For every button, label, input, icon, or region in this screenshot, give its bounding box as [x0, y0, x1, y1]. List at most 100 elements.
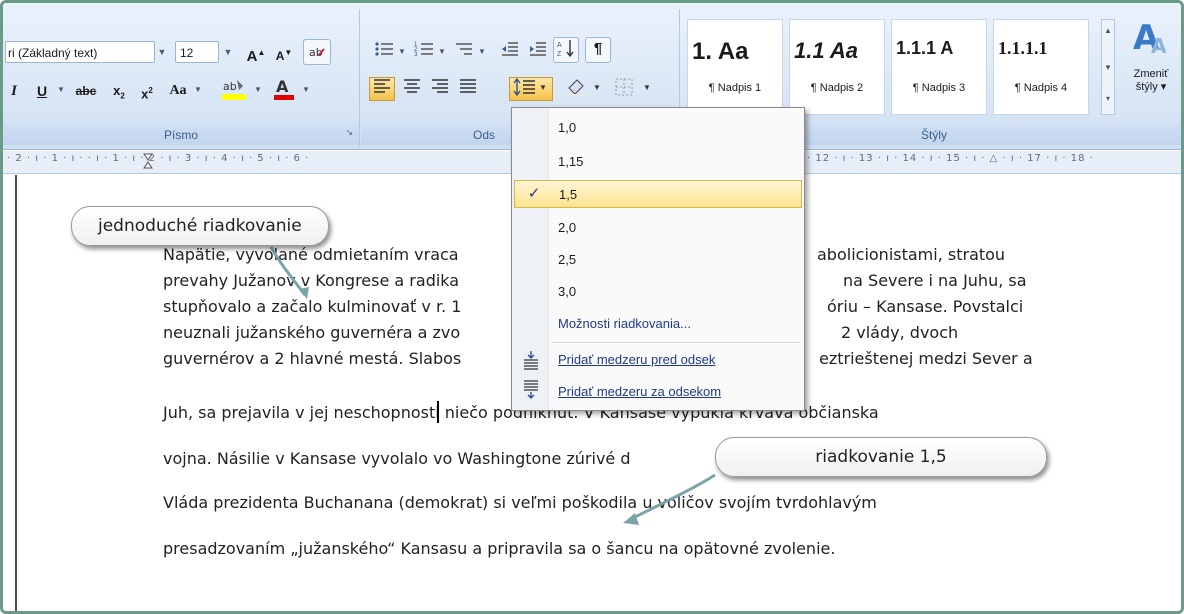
style-tile-nadpis-3[interactable]: 1.1.1 A ¶ Nadpis 3: [891, 19, 987, 115]
word-window: ri (Základný text) ▼ 12 ▼ A▲ A▼ ab I U ▼…: [0, 0, 1184, 614]
change-styles-label-2: štýly ▾: [1135, 81, 1167, 93]
align-left-icon[interactable]: [369, 77, 395, 101]
pilcrow-icon[interactable]: ¶: [585, 37, 611, 63]
svg-text:▼: ▼: [539, 83, 547, 92]
clear-formatting-icon[interactable]: ab: [303, 39, 331, 65]
underline-icon[interactable]: U: [31, 79, 53, 101]
doc-line: stupňovalo a začalo kulminovať v r. 1: [163, 297, 462, 316]
font-size-box[interactable]: 12: [175, 41, 219, 63]
line-spacing-menu: 1,0 1,15 ✓ 1,5 2,0 2,5 3,0 Možnosti riad…: [511, 107, 805, 411]
font-group: ri (Základný text) ▼ 12 ▼ A▲ A▼ ab I U ▼…: [3, 9, 360, 147]
style-name: ¶ Nadpis 4: [1014, 82, 1068, 94]
shrink-font-icon[interactable]: A▼: [271, 41, 297, 63]
styles-scrollbar[interactable]: ▲ ▼ ▾: [1101, 19, 1115, 115]
style-preview: 1. Aa: [692, 38, 749, 65]
change-styles-button[interactable]: AA Zmeniť štýly ▾: [1121, 17, 1181, 121]
increase-indent-icon[interactable]: [525, 39, 551, 61]
align-center-icon[interactable]: [399, 77, 425, 101]
change-case-dropdown-icon[interactable]: ▼: [193, 79, 203, 101]
font-name-value: ri (Základný text): [8, 46, 98, 60]
scroll-up-icon[interactable]: ▲: [1102, 26, 1114, 35]
text-cursor: [437, 401, 439, 423]
font-name-box[interactable]: ri (Základný text): [5, 41, 155, 63]
page-left-edge: [15, 175, 17, 611]
bullets-dropdown-icon[interactable]: ▼: [397, 41, 407, 63]
multilevel-dropdown-icon[interactable]: ▼: [477, 41, 487, 63]
line-spacing-options-item[interactable]: Možnosti riadkovania...: [512, 310, 804, 338]
indent-marker-icon[interactable]: [143, 153, 153, 171]
doc-line-right: eztrieštenej medzi Sever a: [819, 349, 1033, 368]
multilevel-list-icon[interactable]: [451, 39, 477, 61]
svg-text:ab: ab: [223, 80, 237, 93]
checkmark-icon: ✓: [527, 185, 541, 202]
change-case-icon[interactable]: Aa: [163, 79, 193, 101]
doc-line-right: 2 vlády, dvoch: [841, 323, 959, 342]
style-tile-nadpis-2[interactable]: 1.1 Aa ¶ Nadpis 2: [789, 19, 885, 115]
doc-line: Napätie, vyvolané odmietaním vraca: [163, 245, 459, 264]
add-space-before-item[interactable]: Pridať medzeru pred odsek: [512, 346, 804, 374]
doc-line-right: óriu – Kansase. Povstalci: [827, 297, 1024, 316]
style-name: ¶ Nadpis 2: [810, 82, 864, 94]
doc-line: vojna. Násilie v Kansase vyvolalo vo Was…: [163, 449, 631, 468]
change-styles-label: Zmeniť: [1133, 68, 1169, 80]
doc-line: neuznali južanského guvernéra a zvo: [163, 323, 461, 342]
underline-dropdown-icon[interactable]: ▼: [55, 79, 67, 101]
change-styles-icon: AA: [1133, 18, 1167, 58]
superscript-icon[interactable]: x2: [135, 79, 159, 101]
decrease-indent-icon[interactable]: [497, 39, 523, 61]
menu-separator: [552, 342, 800, 343]
doc-line-right: na Severe i na Juhu, sa: [843, 271, 1027, 290]
doc-line-right: abolicionistami, stratou: [817, 245, 1006, 264]
style-preview: 1.1 Aa: [794, 38, 859, 63]
spacing-option-2-5[interactable]: 2,5: [512, 246, 804, 274]
spacing-option-1-15[interactable]: 1,15: [512, 148, 804, 176]
shading-icon[interactable]: ▼: [561, 75, 605, 101]
ruler-left-scale: · 2 · ı · 1 · ı · · ı · 1 · ı · 2 · ı · …: [7, 153, 310, 164]
svg-text:Z: Z: [557, 51, 562, 58]
svg-text:▼: ▼: [643, 83, 651, 92]
scroll-down-icon[interactable]: ▼: [1102, 63, 1114, 72]
numbering-icon[interactable]: 123: [411, 39, 437, 61]
font-name-dropdown-icon[interactable]: ▼: [155, 41, 169, 63]
numbering-dropdown-icon[interactable]: ▼: [437, 41, 447, 63]
doc-line: Vláda prezidenta Buchanana (demokrat) si…: [163, 493, 877, 512]
style-name: ¶ Nadpis 3: [912, 82, 966, 94]
spacing-option-1-5[interactable]: ✓ 1,5: [514, 180, 802, 208]
highlight-dropdown-icon[interactable]: ▼: [253, 79, 263, 101]
borders-icon[interactable]: ▼: [611, 75, 655, 101]
italic-icon[interactable]: I: [5, 79, 23, 101]
font-color-icon[interactable]: A: [269, 75, 299, 103]
font-dialog-launcher-icon[interactable]: ↘: [345, 127, 353, 138]
align-right-icon[interactable]: [427, 77, 453, 101]
spacing-option-1-0[interactable]: 1,0: [512, 114, 804, 142]
style-tile-nadpis-1[interactable]: 1. Aa ¶ Nadpis 1: [687, 19, 783, 115]
style-name: ¶ Nadpis 1: [708, 82, 762, 94]
svg-text:▼: ▼: [593, 83, 601, 92]
callout-one-five-spacing: riadkovanie 1,5: [715, 437, 1047, 477]
space-before-icon: [524, 351, 538, 370]
doc-line: prevahy Južanov v Kongrese a radika: [163, 271, 460, 290]
highlight-icon[interactable]: ab: [217, 75, 251, 103]
svg-text:A: A: [276, 77, 289, 96]
justify-icon[interactable]: [455, 77, 481, 101]
subscript-icon[interactable]: x2: [107, 79, 131, 101]
bullets-icon[interactable]: [371, 39, 397, 61]
font-size-dropdown-icon[interactable]: ▼: [221, 41, 235, 63]
spacing-option-3-0[interactable]: 3,0: [512, 278, 804, 306]
ruler-right-scale: · 12 · ı · 13 · ı · 14 · ı · 15 · ı · △ …: [807, 153, 1094, 164]
grow-font-icon[interactable]: A▲: [243, 41, 269, 65]
line-spacing-button[interactable]: ▼: [509, 77, 553, 101]
add-space-after-item[interactable]: Pridať medzeru za odsekom: [512, 378, 804, 406]
style-preview: 1.1.1.1: [998, 38, 1048, 58]
svg-text:3: 3: [414, 52, 418, 58]
sort-icon[interactable]: AZ: [553, 37, 579, 63]
callout-single-spacing: jednoduché riadkovanie: [71, 206, 329, 246]
font-color-dropdown-icon[interactable]: ▼: [301, 79, 311, 101]
strikethrough-icon[interactable]: abc: [69, 79, 103, 101]
spacing-option-2-0[interactable]: 2,0: [512, 214, 804, 242]
style-tile-nadpis-4[interactable]: 1.1.1.1 ¶ Nadpis 4: [993, 19, 1089, 115]
space-after-icon: [524, 380, 538, 399]
more-styles-icon[interactable]: ▾: [1102, 94, 1114, 103]
doc-line: presadzovaním „južanského“ Kansasu a pri…: [163, 539, 836, 558]
svg-text:A: A: [1151, 34, 1167, 57]
